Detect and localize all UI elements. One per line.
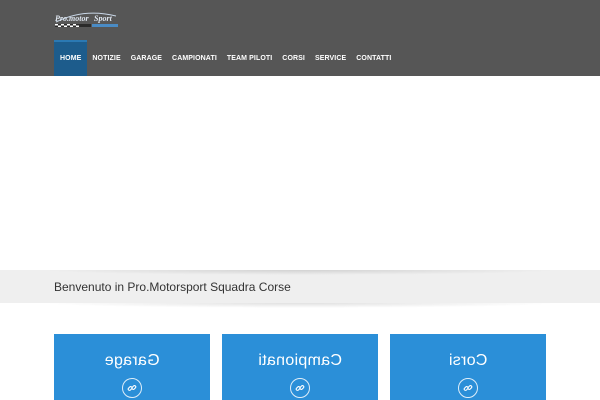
logo-graphic: Pro.motor Sport <box>55 12 118 27</box>
nav-item-garage[interactable]: GARAGE <box>126 40 167 76</box>
site-header: Pro.motor Sport HOME NOTIZIE GARAGE CAMP… <box>0 0 600 76</box>
nav-item-campionati[interactable]: CAMPIONATI <box>167 40 222 76</box>
nav-item-home[interactable]: HOME <box>54 40 88 76</box>
card-campionati[interactable]: Campionati <box>222 334 378 400</box>
svg-text:Pro.motor: Pro.motor <box>55 14 89 23</box>
nav-item-service[interactable]: SERVICE <box>310 40 351 76</box>
band-top-shadow <box>40 270 560 275</box>
link-icon[interactable] <box>122 378 142 398</box>
nav-item-notizie[interactable]: NOTIZIE <box>87 40 125 76</box>
main-nav: HOME NOTIZIE GARAGE CAMPIONATI TEAM PILO… <box>54 40 396 76</box>
feature-cards: Garage Campionati Corsi <box>0 334 600 400</box>
card-garage[interactable]: Garage <box>54 334 210 400</box>
card-corsi[interactable]: Corsi <box>390 334 546 400</box>
nav-item-team-piloti[interactable]: TEAM PILOTI <box>222 40 277 76</box>
page-title: Benvenuto in Pro.Motorsport Squadra Cors… <box>54 280 291 294</box>
hero-area <box>0 76 600 270</box>
link-icon[interactable] <box>290 378 310 398</box>
card-title: Corsi <box>448 352 488 369</box>
link-icon[interactable] <box>458 378 478 398</box>
svg-text:Sport: Sport <box>94 14 113 23</box>
nav-item-contatti[interactable]: CONTATTI <box>351 40 396 76</box>
welcome-band: Benvenuto in Pro.Motorsport Squadra Cors… <box>0 270 600 303</box>
site-logo[interactable]: Pro.motor Sport <box>54 10 120 32</box>
card-title: Garage <box>104 352 160 369</box>
nav-item-corsi[interactable]: CORSI <box>277 40 310 76</box>
card-title: Campionati <box>258 352 342 369</box>
band-bottom-shadow <box>40 303 560 308</box>
